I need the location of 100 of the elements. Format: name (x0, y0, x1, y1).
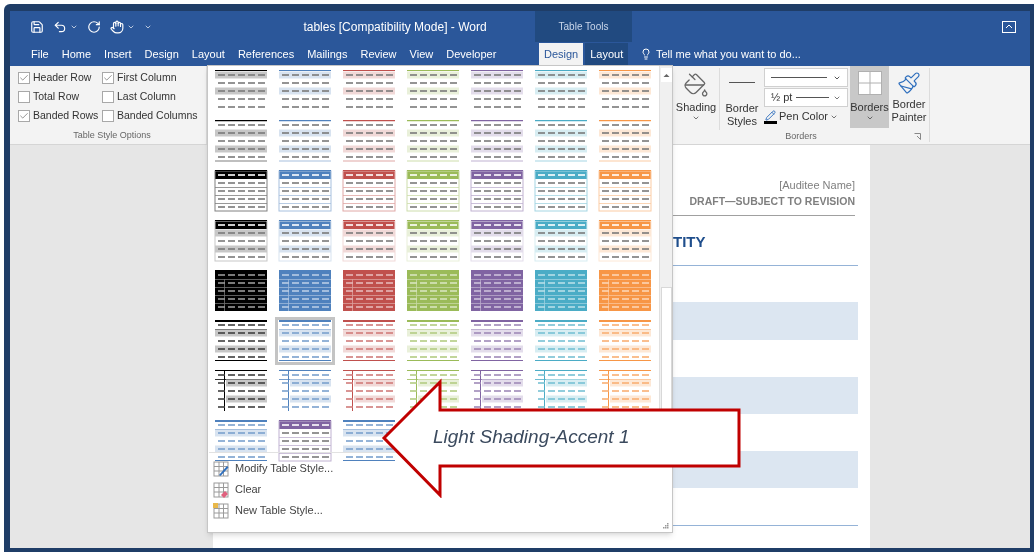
check-icon (103, 72, 113, 83)
save-icon[interactable] (30, 19, 44, 34)
callout-text: Light Shading-Accent 1 (433, 425, 630, 449)
table-style-option[interactable] (211, 217, 271, 265)
ribbon-tab[interactable]: Layout (186, 43, 230, 66)
table-style-preview-icon (406, 170, 460, 212)
table-style-preview-icon (214, 420, 268, 462)
style-option-checkbox[interactable]: Header Row (18, 69, 102, 86)
table-style-preview-icon (278, 420, 332, 462)
ribbon-tab[interactable]: Mailings (302, 43, 353, 66)
document-heading: TITY (673, 233, 707, 251)
resize-grip-icon[interactable] (663, 523, 669, 529)
table-style-preview-icon (534, 170, 588, 212)
style-option-checkbox[interactable]: Last Column (102, 88, 206, 105)
table-style-preview-icon (342, 370, 396, 412)
table-style-preview-icon (470, 320, 524, 362)
pencil-icon (765, 109, 776, 121)
table-style-preview-icon (406, 120, 460, 162)
table-style-preview-icon (598, 270, 652, 312)
ribbon-tab[interactable]: Design (139, 43, 184, 66)
group-label: Table Style Options (73, 128, 151, 142)
table-style-preview-icon (214, 370, 268, 412)
table-style-preview-icon (470, 370, 524, 412)
ribbon-display-options-icon[interactable] (1002, 20, 1016, 33)
header-name: [Auditee Name] (779, 178, 855, 193)
line-icon (729, 82, 755, 84)
caret-icon (865, 114, 874, 122)
table-style-preview-icon (598, 320, 652, 362)
dialog-launcher-icon[interactable] (914, 133, 921, 141)
ribbon-tab[interactable]: Design (539, 43, 584, 66)
table-style-preview-icon (470, 270, 524, 312)
table-style-preview-icon (534, 370, 588, 412)
table-style-preview-icon (534, 120, 588, 162)
line-style-dropdown[interactable] (764, 68, 848, 87)
paintbrush-icon (897, 71, 921, 95)
scroll-up-icon[interactable] (660, 68, 672, 82)
border-painter-button[interactable]: Border Painter (891, 68, 927, 128)
gallery-menu-item[interactable]: New Table Style... (213, 500, 323, 521)
group-label: Borders (785, 130, 817, 143)
redo-icon[interactable] (87, 19, 101, 34)
table-style-preview-icon (470, 220, 524, 262)
ribbon-tab[interactable]: References (232, 43, 300, 66)
table-style-preview-icon (406, 220, 460, 262)
table-style-preview-icon (598, 120, 652, 162)
table-style-preview-icon (214, 220, 268, 262)
style-option-checkbox[interactable]: First Column (102, 69, 206, 86)
gallery-menu-item[interactable]: Modify Table Style... (213, 458, 334, 479)
table-style-preview-icon (342, 120, 396, 162)
ribbon-tab[interactable]: View (404, 43, 439, 66)
ribbon-tab[interactable]: Review (355, 43, 402, 66)
table-style-preview-icon (342, 170, 396, 212)
new-table-icon (213, 502, 229, 519)
table-style-preview-icon (534, 270, 588, 312)
gallery-menu-item[interactable]: Clear (213, 479, 262, 500)
table-style-preview-icon (406, 270, 460, 312)
table-style-preview-icon (342, 270, 396, 312)
table-style-option[interactable] (211, 167, 271, 215)
table-style-preview-icon (470, 120, 524, 162)
caret-icon (692, 114, 700, 122)
border-styles-button[interactable]: Border Styles (722, 68, 762, 128)
table-style-preview-icon (342, 320, 396, 362)
window-title: tables [Compatibility Mode] - Word (303, 18, 487, 36)
pen-color-button[interactable]: Pen Color (764, 108, 848, 125)
table-style-preview-icon (214, 120, 268, 162)
table-style-preview-icon (406, 320, 460, 362)
paint-bucket-icon (683, 72, 709, 98)
check-icon (19, 110, 29, 121)
table-style-preview-icon (598, 370, 652, 412)
ribbon-tab[interactable]: Home (56, 43, 97, 66)
style-option-checkbox[interactable]: Total Row (18, 88, 102, 105)
hand-icon[interactable] (110, 19, 124, 34)
tell-me-field[interactable]: Tell me what you want to do... (656, 45, 856, 63)
line-weight-dropdown[interactable]: ½ pt (764, 88, 848, 107)
ribbon-tab[interactable]: Layout (585, 43, 629, 66)
style-option-checkbox[interactable]: Banded Rows (18, 107, 102, 124)
table-style-preview-icon (278, 220, 332, 262)
table-eraser-icon (213, 481, 229, 498)
table-style-preview-icon (214, 170, 268, 212)
style-option-checkbox[interactable]: Banded Columns (102, 107, 206, 124)
table-style-preview-icon (534, 220, 588, 262)
table-style-preview-icon (598, 170, 652, 212)
ribbon-tab[interactable]: File (26, 43, 54, 66)
header-status: DRAFT—SUBJECT TO REVISION (689, 194, 855, 209)
contextual-group-label: Table Tools (558, 20, 609, 34)
undo-icon[interactable] (53, 19, 67, 34)
table-style-preview-icon (278, 320, 332, 362)
table-style-preview-icon (470, 170, 524, 212)
table-style-preview-icon (598, 220, 652, 262)
shading-button[interactable]: Shading (675, 68, 717, 128)
table-style-preview-icon (278, 170, 332, 212)
ribbon-tab[interactable]: Insert (99, 43, 137, 66)
table-style-preview-icon (214, 320, 268, 362)
lightbulb-icon (640, 48, 652, 60)
borders-button[interactable]: Borders (850, 66, 889, 128)
table-style-preview-icon (278, 270, 332, 312)
table-style-preview-icon (534, 320, 588, 362)
table-pencil-icon (213, 460, 229, 477)
ribbon-tab[interactable]: Developer (441, 43, 502, 66)
table-style-preview-icon (278, 120, 332, 162)
table-style-preview-icon (342, 220, 396, 262)
